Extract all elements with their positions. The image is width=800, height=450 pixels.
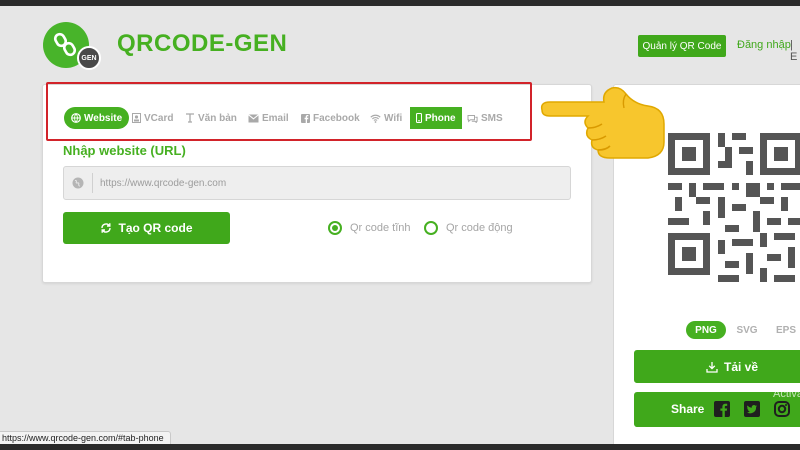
- download-icon: [706, 361, 718, 373]
- tab-facebook-label: Facebook: [313, 112, 360, 124]
- globe-icon: [72, 177, 84, 189]
- create-qr-label: Tạo QR code: [118, 221, 193, 235]
- tab-website[interactable]: Website: [64, 107, 130, 129]
- download-button[interactable]: Tải về: [634, 350, 800, 383]
- facebook-icon: [301, 113, 310, 123]
- qr-code-image: [668, 133, 800, 282]
- link-icon: [53, 32, 77, 57]
- tab-sms-label: SMS: [481, 112, 503, 124]
- instagram-icon[interactable]: [774, 401, 790, 417]
- tab-text-label: Văn bản: [198, 112, 237, 124]
- static-qr-option[interactable]: Qr code tĩnh: [328, 221, 411, 235]
- logo-text: QRCODE-GEN: [117, 30, 288, 57]
- tab-phone-label: Phone: [425, 112, 456, 124]
- tab-phone[interactable]: Phone: [410, 107, 462, 129]
- tab-facebook[interactable]: Facebook: [301, 107, 360, 129]
- static-qr-radio[interactable]: [328, 221, 342, 235]
- refresh-icon: [101, 223, 112, 233]
- dynamic-qr-label: Qr code động: [446, 222, 513, 234]
- vcard-icon: [132, 113, 141, 123]
- format-svg[interactable]: SVG: [732, 321, 762, 339]
- site-logo[interactable]: GEN QRCODE-GEN: [40, 20, 300, 70]
- pointing-hand-icon: [540, 86, 665, 159]
- tab-email[interactable]: Email: [248, 107, 289, 129]
- tab-vcard-label: VCard: [144, 112, 174, 124]
- manage-qr-button[interactable]: Quản lý QR Code: [638, 35, 726, 57]
- envelope-icon: [248, 113, 259, 122]
- tab-vcard[interactable]: VCard: [132, 107, 173, 129]
- logo-badge: GEN: [77, 46, 101, 70]
- wifi-icon: [370, 114, 381, 123]
- tab-wifi-label: Wifi: [384, 112, 403, 124]
- tab-website-label: Website: [84, 112, 123, 124]
- create-qr-button[interactable]: Tạo QR code: [63, 212, 230, 244]
- twitter-icon[interactable]: [744, 401, 760, 417]
- bottom-edge: [0, 444, 800, 450]
- download-label: Tải về: [723, 359, 759, 374]
- dynamic-qr-option[interactable]: Qr code động: [424, 221, 513, 235]
- header-separator: | E: [790, 39, 798, 63]
- static-qr-label: Qr code tĩnh: [350, 222, 411, 234]
- text-icon: [186, 113, 194, 123]
- url-field: [63, 166, 571, 200]
- input-divider: [92, 173, 93, 193]
- facebook-icon[interactable]: [714, 401, 730, 417]
- url-field-label: Nhập website (URL): [63, 143, 186, 158]
- tab-email-label: Email: [262, 112, 289, 124]
- chat-icon: [467, 114, 478, 123]
- login-link[interactable]: Đăng nhập: [737, 39, 791, 51]
- tab-wifi[interactable]: Wifi: [370, 107, 402, 129]
- activate-watermark: Activate: [773, 388, 800, 400]
- tab-text[interactable]: Văn bản: [185, 107, 237, 129]
- top-edge: [0, 0, 800, 6]
- format-eps[interactable]: EPS: [772, 321, 800, 339]
- url-input[interactable]: [100, 173, 560, 193]
- share-label: Share: [671, 402, 705, 416]
- dynamic-qr-radio[interactable]: [424, 221, 438, 235]
- phone-icon: [416, 113, 422, 123]
- format-png[interactable]: PNG: [686, 321, 726, 339]
- globe-icon: [71, 113, 81, 123]
- tab-sms[interactable]: SMS: [467, 107, 503, 129]
